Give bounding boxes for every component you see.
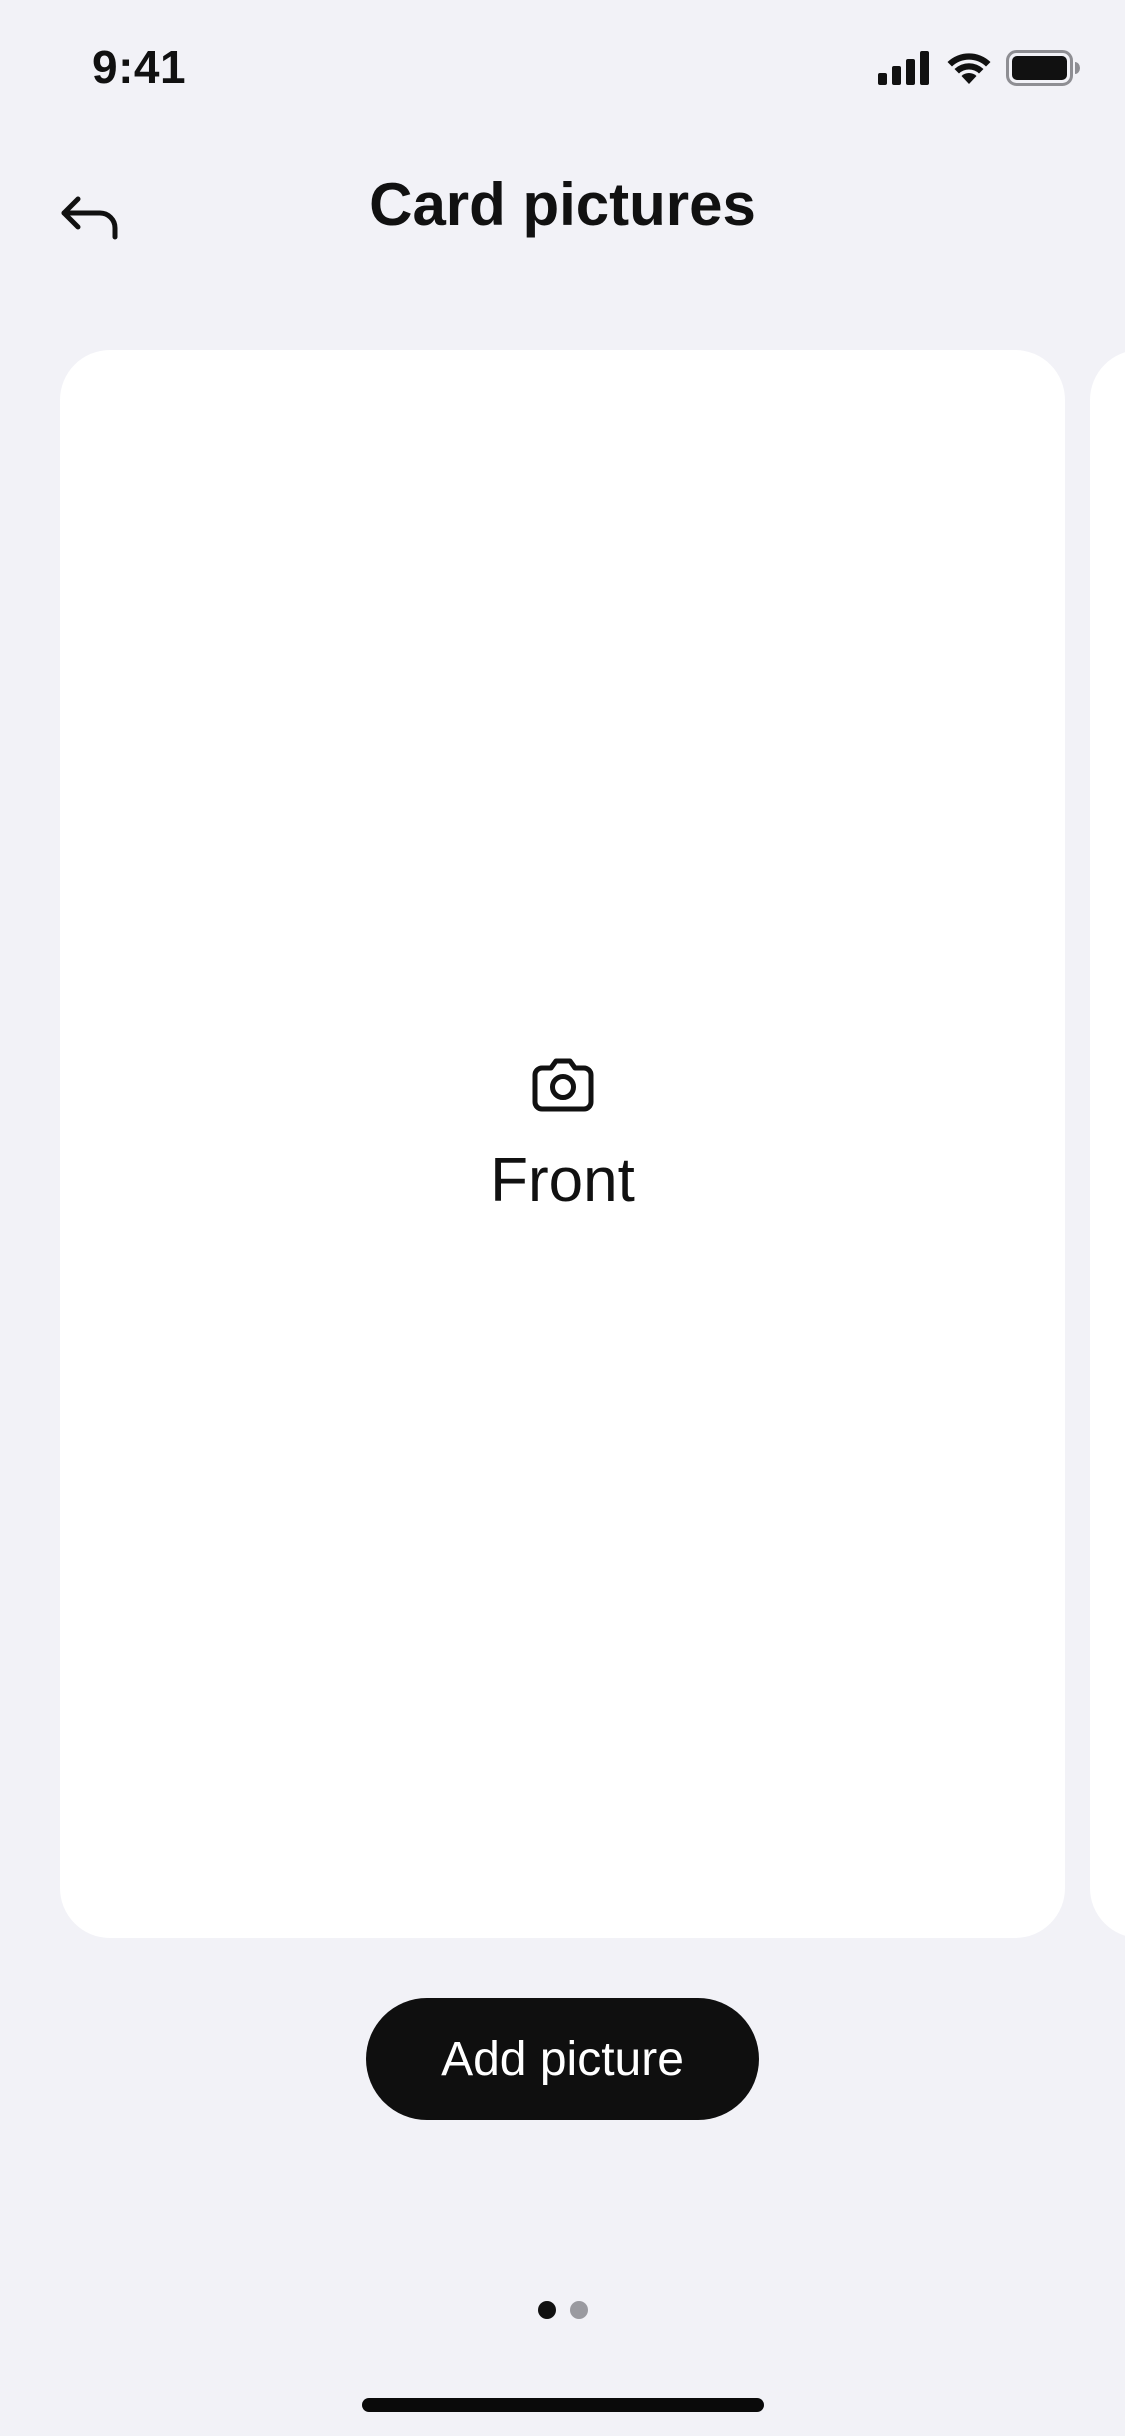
card-placeholder: Front [60, 1055, 1065, 1216]
page-dot[interactable] [569, 2301, 588, 2319]
status-time: 9:41 [92, 41, 187, 93]
camera-icon [530, 1055, 596, 1115]
card-label: Front [490, 1146, 635, 1215]
card-carousel[interactable]: Front [0, 350, 1125, 1940]
card-next-peek[interactable] [1090, 350, 1125, 1938]
page-dot-active[interactable] [537, 2301, 556, 2319]
cellular-signal-icon [878, 51, 932, 85]
card-front[interactable]: Front [60, 350, 1065, 1938]
pagination-dots [0, 2301, 1125, 2319]
add-picture-button[interactable]: Add picture [366, 1998, 759, 2120]
status-bar: 9:41 [0, 0, 1125, 140]
page-title: Card pictures [369, 171, 756, 238]
battery-icon [1006, 50, 1080, 86]
wifi-icon [946, 51, 992, 85]
header: Card pictures [0, 160, 1125, 260]
home-indicator[interactable] [362, 2398, 764, 2412]
status-icons [878, 48, 1080, 88]
